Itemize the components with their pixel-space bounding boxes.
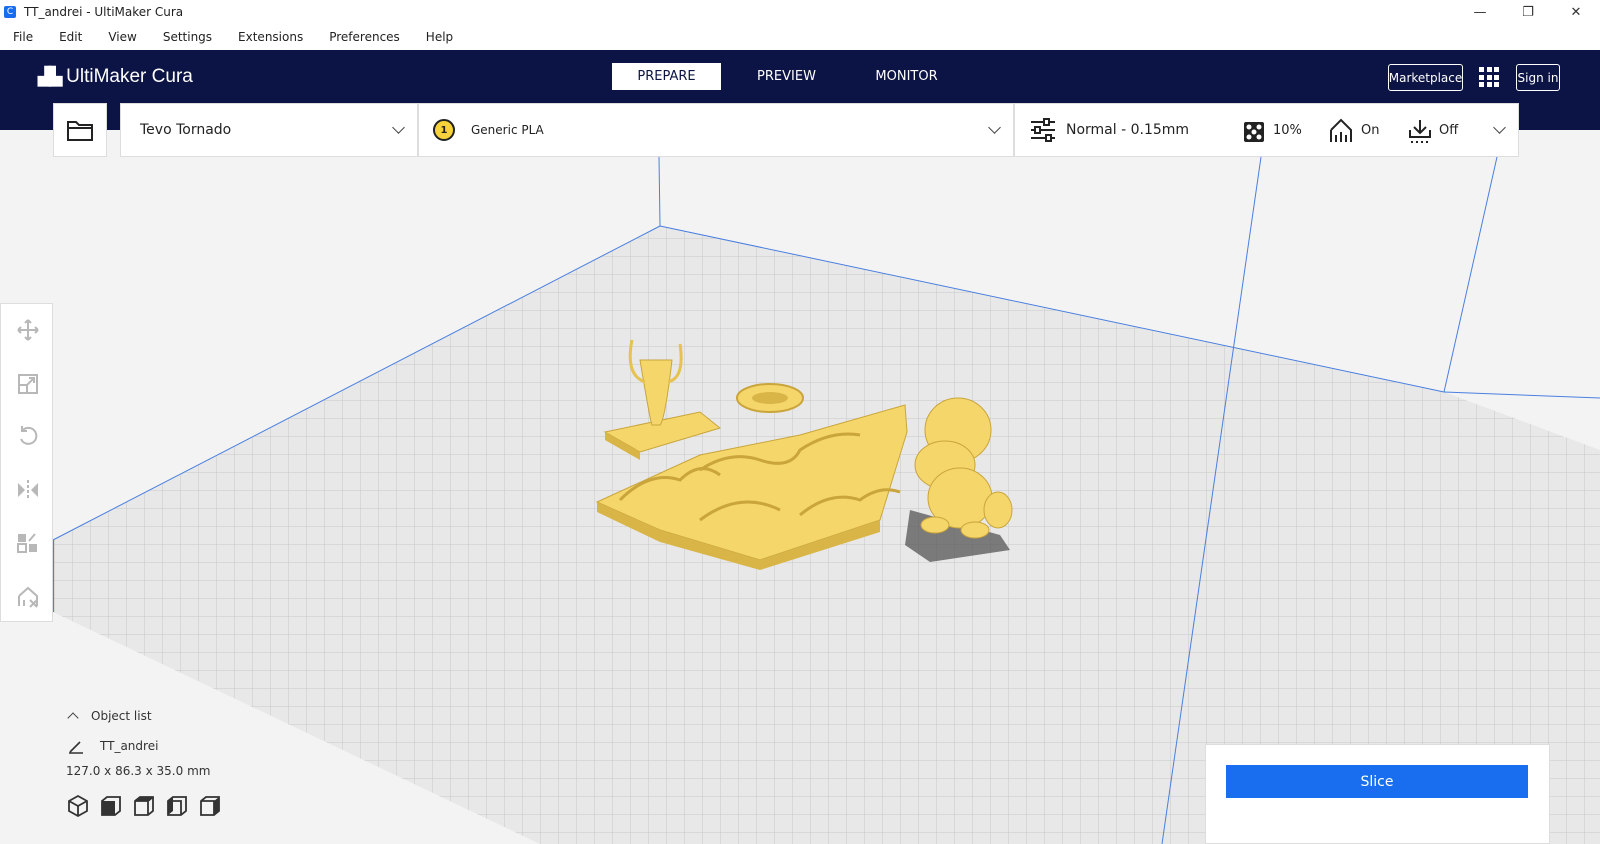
support-value: On [1361,123,1380,138]
scale-tool[interactable] [15,371,41,397]
pencil-icon [69,741,83,754]
build-plate-viewport[interactable] [0,130,1600,844]
object-list-title: Object list [91,709,152,723]
slice-button[interactable]: Slice [1226,765,1528,798]
material-name: Generic PLA [471,123,544,137]
view-front-icon[interactable] [99,794,123,818]
close-button[interactable]: ✕ [1552,0,1600,24]
adhesion-value: Off [1439,123,1459,138]
tab-monitor[interactable]: MONITOR [852,63,961,90]
sliders-icon [1031,118,1055,142]
menu-view[interactable]: View [108,30,136,44]
menu-help[interactable]: Help [426,30,453,44]
print-settings-selector[interactable]: Normal - 0.15mm 10% On Off [1014,103,1519,157]
app-logo: ▟▙ UltiMaker Cura [38,66,193,88]
tab-prepare[interactable]: PREPARE [612,63,721,90]
scale-icon [18,374,38,394]
build-volume-edge [658,156,661,227]
sign-in-button[interactable]: Sign in [1516,64,1560,91]
menu-preferences[interactable]: Preferences [329,30,400,44]
adhesion-icon [1409,120,1431,143]
per-model-settings-icon [17,533,37,553]
logo-text: UltiMaker Cura [66,66,193,87]
support-blocker-icon [18,586,38,608]
maximize-button[interactable]: ❐ [1504,0,1552,24]
build-volume-edge [1443,156,1498,393]
printer-selector[interactable]: Tevo Tornado [120,103,418,157]
window-title: TT_andrei - UltiMaker Cura [24,5,184,19]
infill-icon [1244,122,1264,142]
infill-value: 10% [1273,123,1302,138]
view-right-icon[interactable] [198,794,222,818]
chevron-up-icon [67,712,79,724]
view-top-icon[interactable] [132,794,156,818]
object-list-panel: Object list TT_andrei 127.0 x 86.3 x 35.… [66,707,222,818]
object-name-row[interactable]: TT_andrei [66,737,222,755]
object-name: TT_andrei [100,739,159,753]
extruder-badge: 1 [433,119,455,141]
menu-extensions[interactable]: Extensions [238,30,303,44]
apps-grid-icon[interactable] [1479,67,1499,87]
cura-app-icon: C [4,6,16,18]
tab-preview[interactable]: PREVIEW [732,63,841,90]
mirror-tool[interactable] [15,477,41,503]
object-dimensions: 127.0 x 86.3 x 35.0 mm [66,764,211,778]
menu-settings[interactable]: Settings [163,30,212,44]
chevron-down-icon [1493,121,1506,134]
move-tool[interactable] [15,317,41,343]
minimize-button[interactable]: — [1456,0,1504,24]
view-left-icon[interactable] [165,794,189,818]
material-selector[interactable]: 1 Generic PLA [418,103,1014,157]
support-blocker-tool[interactable] [15,584,41,610]
chevron-down-icon [392,121,405,134]
object-list-toggle[interactable]: Object list [66,707,222,725]
window-controls: — ❐ ✕ [1456,0,1600,24]
marketplace-button[interactable]: Marketplace [1388,64,1463,91]
build-volume-edge [1443,391,1600,399]
window-titlebar: C TT_andrei - UltiMaker Cura — ❐ ✕ [0,0,1600,24]
menu-edit[interactable]: Edit [59,30,82,44]
mirror-icon [18,480,38,500]
view-3d-icon[interactable] [66,794,90,818]
action-panel: Slice [1205,744,1550,844]
open-file-button[interactable] [53,103,107,157]
rotate-tool[interactable] [15,423,41,449]
profile-name: Normal - 0.15mm [1066,122,1190,138]
rotate-icon [20,426,38,445]
ultimaker-logo-icon: ▟▙ [38,67,62,86]
folder-icon [67,121,93,141]
per-model-settings-tool[interactable] [15,530,41,556]
chevron-down-icon [988,121,1001,134]
support-icon [1330,118,1352,142]
move-icon [17,319,39,341]
menu-bar: File Edit View Settings Extensions Prefe… [0,24,1600,50]
menu-file[interactable]: File [13,30,33,44]
view-orientation-buttons [66,794,222,818]
stage-tabs: PREPARE PREVIEW MONITOR [612,63,972,90]
tool-sidebar [0,303,53,622]
printer-name: Tevo Tornado [140,122,232,138]
